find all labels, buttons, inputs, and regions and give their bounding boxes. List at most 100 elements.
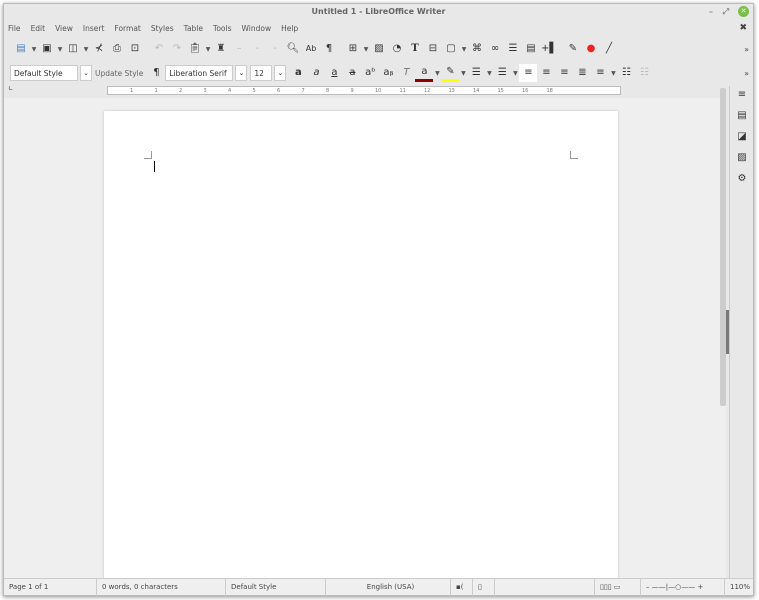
menu-format[interactable]: Format bbox=[114, 24, 140, 33]
zoom-slider[interactable]: – ——|—○—— + bbox=[641, 578, 725, 596]
strikethrough-icon[interactable]: a bbox=[343, 64, 361, 82]
menu-table[interactable]: Table bbox=[184, 24, 203, 33]
menu-insert[interactable]: Insert bbox=[83, 24, 105, 33]
menu-help[interactable]: Help bbox=[281, 24, 298, 33]
font-color-icon[interactable]: a bbox=[415, 65, 434, 82]
page-style[interactable]: Default Style bbox=[226, 578, 326, 596]
italic-icon[interactable]: a bbox=[307, 64, 325, 82]
bold-icon[interactable]: a bbox=[289, 64, 307, 82]
language[interactable]: English (USA) bbox=[326, 578, 451, 596]
copy-icon[interactable]: - bbox=[248, 40, 266, 58]
font-name-dropdown[interactable]: ⌄ bbox=[235, 65, 248, 81]
paragraph-style-dropdown[interactable]: ⌄ bbox=[80, 65, 92, 81]
line-spacing-icon[interactable]: ≡ bbox=[591, 64, 609, 82]
save-dropdown[interactable]: ▼ bbox=[82, 46, 90, 53]
comment-icon[interactable]: ▤ bbox=[522, 40, 540, 58]
minimize-button[interactable]: – bbox=[709, 4, 713, 20]
clear-icon[interactable]: - bbox=[266, 40, 284, 58]
find-replace-icon[interactable]: 🔍︎ bbox=[284, 40, 302, 58]
clone-formatting-icon[interactable]: ♜ bbox=[212, 40, 230, 58]
chart-icon[interactable]: ◔ bbox=[388, 40, 406, 58]
superscript-icon[interactable]: aᵇ bbox=[361, 64, 379, 82]
print-icon[interactable]: ⎙ bbox=[108, 40, 126, 58]
paste-dropdown[interactable]: ▼ bbox=[204, 46, 212, 53]
undo-icon[interactable]: ↶ bbox=[150, 40, 168, 58]
font-name-select[interactable]: Liberation Serif bbox=[165, 65, 234, 81]
line-spacing-dropdown[interactable]: ▼ bbox=[609, 70, 617, 77]
align-right-icon[interactable]: ≡ bbox=[555, 64, 573, 82]
numbered-list-icon[interactable]: ☰ bbox=[493, 64, 511, 82]
close-document-button[interactable]: ✖ bbox=[739, 23, 747, 33]
align-left-icon[interactable]: ≡ bbox=[519, 64, 538, 82]
table-icon[interactable]: ⊞ bbox=[344, 40, 362, 58]
field-dropdown[interactable]: ▼ bbox=[460, 46, 468, 53]
align-center-icon[interactable]: ≡ bbox=[537, 64, 555, 82]
clear-formatting-icon[interactable]: T bbox=[397, 64, 415, 82]
basic-shapes-icon[interactable]: ● bbox=[582, 40, 600, 58]
menu-view[interactable]: View bbox=[55, 24, 73, 33]
formatting-marks-icon[interactable]: ¶ bbox=[320, 40, 338, 58]
paste-icon[interactable]: 📋︎ bbox=[186, 40, 204, 58]
menu-file[interactable]: File bbox=[8, 24, 21, 33]
paragraph-style-select[interactable]: Default Style bbox=[10, 65, 78, 81]
zoom-level[interactable]: 110% bbox=[725, 579, 750, 596]
selection-mode-icon[interactable]: ▯ bbox=[473, 578, 495, 596]
cut-icon[interactable]: – bbox=[230, 40, 248, 58]
word-count[interactable]: 0 words, 0 characters bbox=[97, 578, 226, 596]
gallery-icon[interactable]: ▨ bbox=[730, 149, 754, 170]
templates-dropdown[interactable]: ▼ bbox=[56, 46, 64, 53]
line-icon[interactable]: ╱ bbox=[600, 40, 618, 58]
print-preview-icon[interactable]: ⊡ bbox=[126, 40, 144, 58]
menu-styles[interactable]: Styles bbox=[151, 24, 174, 33]
font-size-select[interactable]: 12 bbox=[250, 65, 273, 81]
page[interactable] bbox=[104, 111, 618, 581]
save-icon[interactable]: ◫ bbox=[64, 40, 82, 58]
font-color-dropdown[interactable]: ▼ bbox=[433, 70, 441, 77]
navigator-icon[interactable]: ⚙ bbox=[730, 170, 754, 191]
vertical-scrollbar[interactable] bbox=[720, 88, 726, 406]
special-character-icon[interactable]: ⌘ bbox=[468, 40, 486, 58]
highlight-icon[interactable]: ✎ bbox=[441, 65, 460, 82]
new-style-icon[interactable]: ¶ bbox=[147, 64, 165, 82]
decrease-indent-icon[interactable]: ☷ bbox=[635, 64, 653, 82]
bullet-dropdown[interactable]: ▼ bbox=[485, 70, 493, 77]
menu-window[interactable]: Window bbox=[242, 24, 272, 33]
table-dropdown[interactable]: ▼ bbox=[362, 46, 370, 53]
text-box-icon[interactable]: T bbox=[406, 40, 424, 58]
new-document-icon[interactable]: ▤ bbox=[12, 40, 30, 58]
maximize-button[interactable]: ⤢ bbox=[723, 4, 729, 20]
insert-mode-icon[interactable]: ▪( bbox=[451, 578, 473, 596]
page-break-icon[interactable]: ⊟ bbox=[424, 40, 442, 58]
horizontal-ruler[interactable]: 1 1 2 3 4 5 6 7 8 9 10 11 12 13 14 15 16 18 bbox=[107, 86, 621, 95]
highlight-dropdown[interactable]: ▼ bbox=[459, 70, 467, 77]
footnote-icon[interactable]: ☰ bbox=[504, 40, 522, 58]
update-style-button[interactable]: Update Style bbox=[95, 69, 143, 78]
menu-tools[interactable]: Tools bbox=[213, 24, 231, 33]
draw-icon[interactable]: ✎ bbox=[564, 40, 582, 58]
spelling-icon[interactable]: Ab bbox=[302, 40, 320, 58]
sidebar-menu-icon[interactable]: ≡ bbox=[730, 86, 754, 107]
export-pdf-icon[interactable]: ⊀ bbox=[90, 40, 108, 58]
hyperlink-icon[interactable]: ∞ bbox=[486, 40, 504, 58]
view-layout-icon[interactable]: ▯▯▯ ▭ bbox=[595, 578, 641, 596]
page-count[interactable]: Page 1 of 1 bbox=[4, 578, 97, 596]
image-icon[interactable]: ▨ bbox=[370, 40, 388, 58]
justify-icon[interactable]: ≣ bbox=[573, 64, 591, 82]
styles-icon[interactable]: ◪ bbox=[730, 128, 754, 149]
menu-edit[interactable]: Edit bbox=[31, 24, 46, 33]
track-changes-icon[interactable]: +▌ bbox=[540, 40, 558, 58]
numbered-dropdown[interactable]: ▼ bbox=[511, 70, 519, 77]
subscript-icon[interactable]: aᵦ bbox=[379, 64, 397, 82]
more-formatting-icon[interactable]: » bbox=[744, 69, 749, 78]
bullet-list-icon[interactable]: ☰ bbox=[467, 64, 485, 82]
properties-icon[interactable]: ▤ bbox=[730, 107, 754, 128]
increase-indent-icon[interactable]: ☷ bbox=[617, 64, 635, 82]
underline-icon[interactable]: a bbox=[325, 64, 343, 82]
font-size-dropdown[interactable]: ⌄ bbox=[274, 65, 287, 81]
redo-icon[interactable]: ↷ bbox=[168, 40, 186, 58]
more-toolbar-icon[interactable]: » bbox=[744, 45, 749, 54]
new-dropdown[interactable]: ▼ bbox=[30, 46, 38, 53]
field-icon[interactable]: ▢ bbox=[442, 40, 460, 58]
close-button[interactable]: ✕ bbox=[738, 6, 749, 17]
templates-icon[interactable]: ▣ bbox=[38, 40, 56, 58]
